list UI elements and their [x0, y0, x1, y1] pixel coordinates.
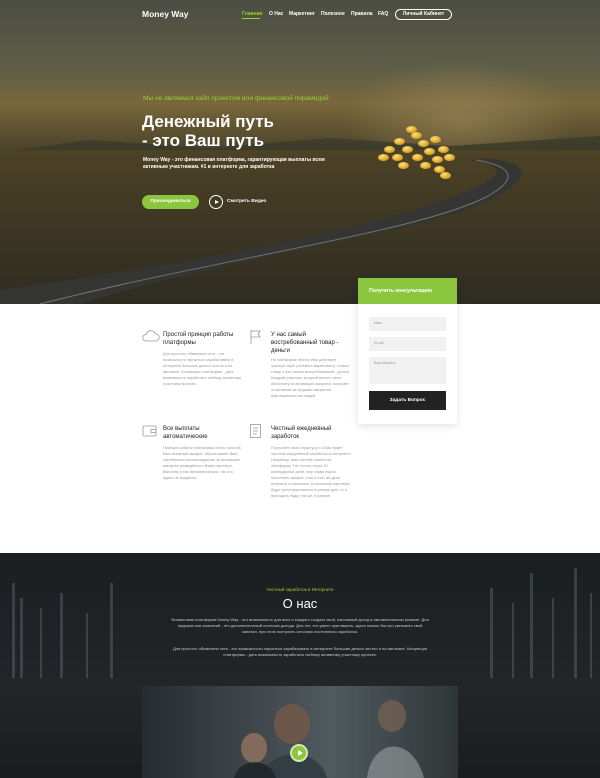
nav-home[interactable]: Главная — [242, 11, 262, 17]
consultation-form: Получить консультацию Имя Email Ваш Вопр… — [358, 278, 457, 424]
name-field[interactable]: Имя — [369, 317, 446, 331]
nav-useful[interactable]: Полезное — [321, 11, 345, 17]
document-icon — [250, 424, 261, 438]
flag-icon — [250, 330, 261, 344]
question-field[interactable]: Ваш Вопрос — [369, 357, 446, 384]
about-paragraph: Для простого обывателя сети - это возмож… — [172, 646, 428, 657]
watch-video-link[interactable]: Смотреть Видео — [227, 199, 266, 204]
nav-rules[interactable]: Правила — [351, 11, 373, 17]
hero-title-line1: Денежный путь — [142, 112, 274, 131]
about-video-thumbnail[interactable] — [142, 686, 458, 778]
nav-marketing[interactable]: Маркетинг — [289, 11, 315, 17]
about-paragraph: Финансовая платформа Money Way - это воз… — [171, 617, 429, 634]
gold-coins-image — [376, 124, 456, 180]
site-logo[interactable]: Money Way — [142, 9, 188, 19]
feature-title: Простой принцип работы платформы — [163, 332, 234, 346]
wallet-icon — [142, 425, 157, 437]
feature-text: Постройте свою структуру и к Вам будет ч… — [271, 446, 351, 498]
join-button[interactable]: Присоединиться — [142, 195, 199, 209]
nav-active-indicator — [242, 18, 260, 19]
about-kicker: Честный заработок в Интернете — [266, 587, 334, 592]
play-video-button[interactable] — [290, 744, 308, 762]
feature-text: На платформе Money Way действует принцип… — [271, 358, 351, 398]
feature-text: Для простого обывателя сети - это возмож… — [163, 352, 242, 386]
cloud-icon — [142, 330, 160, 342]
hero-kicker: Мы не являемся хайп проектом или финансо… — [143, 95, 329, 102]
feature-title: Честный ежедневный заработок — [271, 426, 332, 440]
nav-faq[interactable]: FAQ — [378, 11, 388, 17]
feature-title: Все выплаты автоматические — [163, 426, 208, 440]
top-navigation: Money Way Главная О Нас Маркетинг Полезн… — [0, 0, 600, 30]
personal-cabinet-button[interactable]: Личный Кабинет — [395, 9, 452, 20]
submit-question-button[interactable]: Задать Вопрос — [369, 391, 446, 410]
hero-overlay — [0, 0, 600, 304]
play-video-icon[interactable] — [209, 195, 223, 209]
hero-section: Money Way Главная О Нас Маркетинг Полезн… — [0, 0, 600, 304]
email-field[interactable]: Email — [369, 337, 446, 351]
people-at-computer-image — [142, 686, 458, 778]
feature-text: Принцип работы платформы очень простой. … — [163, 446, 242, 480]
hero-title-line2: - это Ваш путь — [142, 131, 265, 150]
hero-title: Денежный путь - это Ваш путь — [142, 112, 352, 150]
about-title: О нас — [282, 596, 318, 611]
nav-about[interactable]: О Нас — [269, 11, 283, 17]
hero-description: Money Way - это финансовая платформа, га… — [143, 157, 325, 170]
feature-title: У нас самый востребованный товар - деньг… — [271, 332, 339, 354]
form-title: Получить консультацию — [358, 278, 457, 304]
